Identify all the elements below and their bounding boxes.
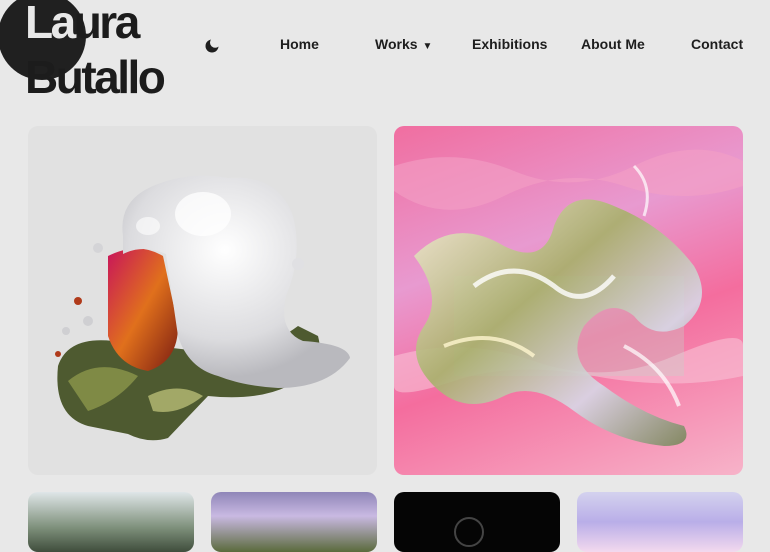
- main-nav: Home Works ▼ Exhibitions About Me Contact: [0, 36, 770, 56]
- artwork-thumb-forest[interactable]: [28, 492, 194, 552]
- artwork-card-iridescent[interactable]: [394, 126, 743, 475]
- artwork-thumb-lavender[interactable]: [577, 492, 743, 552]
- artwork-thumb-dark[interactable]: [394, 492, 560, 552]
- artwork-thumb-purple-landscape[interactable]: [211, 492, 377, 552]
- nav-contact-label: Contact: [691, 36, 744, 52]
- artwork-card-sculpture[interactable]: [28, 126, 377, 475]
- nav-home[interactable]: Home: [280, 36, 319, 52]
- chevron-down-icon: ▼: [422, 41, 433, 52]
- nav-works[interactable]: Works ▼: [375, 36, 432, 52]
- nav-exhibitions-label: Exhibitions: [472, 36, 548, 52]
- nav-home-label: Home: [280, 36, 319, 52]
- nav-works-label: Works: [375, 36, 418, 52]
- nav-contact[interactable]: Contact: [691, 36, 743, 52]
- logo-line-2: Butallo: [25, 51, 166, 103]
- nav-exhibitions[interactable]: Exhibitions: [472, 36, 547, 52]
- nav-about[interactable]: About Me: [581, 36, 645, 52]
- nav-about-label: About Me: [581, 36, 645, 52]
